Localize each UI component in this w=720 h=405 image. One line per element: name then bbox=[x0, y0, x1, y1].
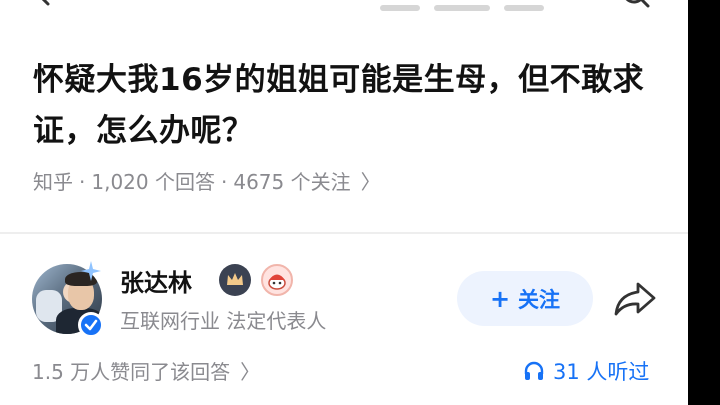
votes-text: 1.5 万人赞同了该回答 bbox=[32, 360, 231, 384]
question-meta[interactable]: 知乎 · 1,020 个回答 · 4675 个关注〉 bbox=[33, 166, 381, 195]
crown-badge-icon[interactable] bbox=[219, 264, 251, 296]
followers-count: 4675 个关注 bbox=[233, 170, 351, 194]
section-divider bbox=[0, 232, 688, 234]
votes-summary[interactable]: 1.5 万人赞同了该回答〉 bbox=[32, 356, 260, 385]
avatar-spark-icon bbox=[81, 261, 101, 281]
chevron-right-icon: 〉 bbox=[360, 170, 381, 194]
plus-icon: + bbox=[489, 284, 511, 313]
top-bar bbox=[0, 0, 688, 14]
headphones-icon bbox=[524, 361, 544, 380]
answers-count: 1,020 个回答 bbox=[91, 170, 215, 194]
verified-icon bbox=[78, 312, 104, 338]
follow-button[interactable]: + 关注 bbox=[457, 271, 593, 326]
question-title[interactable]: 怀疑大我16岁的姐姐可能是生母，但不敢求证，怎么办呢？ bbox=[33, 55, 663, 157]
chevron-right-icon: 〉 bbox=[240, 360, 261, 384]
follow-button-label: 关注 bbox=[518, 287, 561, 312]
author-bio: 互联网行业 法定代表人 bbox=[120, 309, 327, 333]
listeners-link[interactable]: 31 人听过 bbox=[523, 356, 649, 386]
phone-screen: 怀疑大我16岁的姐姐可能是生母，但不敢求证，怎么办呢？ 知乎 · 1,020 个回答… bbox=[0, 0, 688, 405]
cute-badge-icon[interactable] bbox=[261, 264, 293, 296]
back-arrow-icon[interactable] bbox=[34, 0, 56, 6]
search-icon[interactable] bbox=[620, 0, 652, 10]
source-label: 知乎 bbox=[33, 170, 73, 194]
author-name[interactable]: 张达林 bbox=[120, 263, 192, 298]
meta-separator: · bbox=[220, 170, 228, 194]
top-bar-actions bbox=[380, 0, 560, 11]
listeners-text: 31 人听过 bbox=[553, 360, 650, 384]
meta-separator: · bbox=[79, 170, 86, 194]
share-icon[interactable] bbox=[612, 280, 658, 318]
